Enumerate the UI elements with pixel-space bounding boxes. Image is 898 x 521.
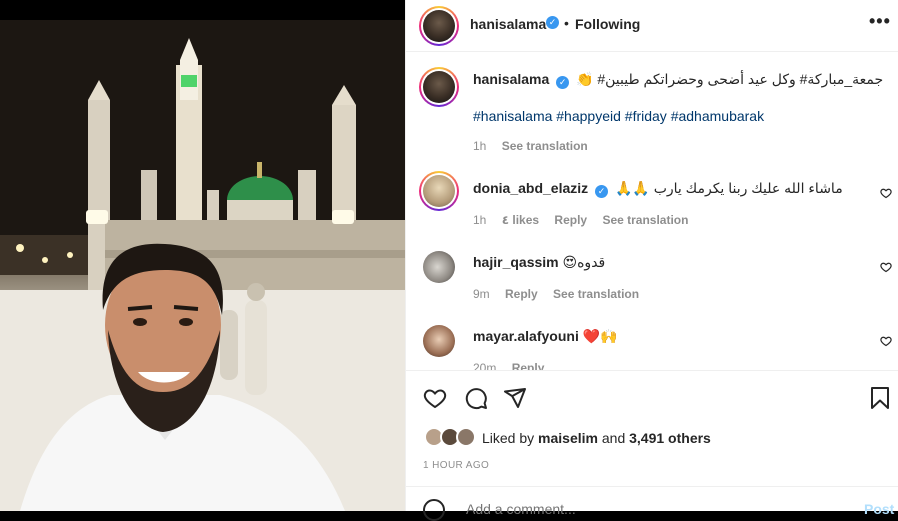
comment-reply-button[interactable]: Reply [505, 287, 538, 301]
comment-text: ❤️🙌 [582, 328, 618, 344]
emoji-icon[interactable] [423, 499, 445, 521]
liker-avatars[interactable] [424, 427, 478, 449]
caption-time: 1h [473, 139, 487, 153]
comment-likes[interactable]: ٤ likes [502, 213, 539, 227]
comment-reply-button[interactable]: Reply [554, 213, 587, 227]
comment-input[interactable] [466, 501, 846, 517]
comments-section: hanisalama ✓ جمعة_مباركة# وكل عيد أضحى و… [406, 52, 898, 370]
action-bar [406, 370, 898, 422]
comment-row: hajir_qassim قدوه😍 [473, 254, 605, 271]
verified-badge-icon: ✓ [595, 185, 609, 198]
comment-icon[interactable] [464, 386, 488, 410]
post-comment-button[interactable]: Post [864, 501, 894, 517]
bookmark-icon[interactable] [868, 386, 892, 410]
comment-time: 20m [473, 361, 497, 370]
mosque-selfie-illustration [0, 20, 405, 511]
likes-prefix: Liked by [482, 430, 539, 446]
caption-username[interactable]: hanisalama [473, 71, 549, 87]
author-username[interactable]: hanisalama [470, 16, 546, 32]
comment-like-heart-icon[interactable] [880, 187, 892, 199]
caption-author-avatar[interactable] [419, 67, 459, 107]
comment-username[interactable]: hajir_qassim [473, 254, 559, 270]
comment-text: ماشاء الله عليك ربنا يكرمك يارب 🙏🙏 [614, 180, 843, 196]
comment-avatar-mayar[interactable] [423, 325, 455, 357]
comment-time: 9m [473, 287, 490, 301]
comment-time: 1h [473, 213, 487, 227]
comment-meta: 20m Reply [473, 361, 556, 370]
heart-icon[interactable] [423, 386, 447, 410]
comment-username[interactable]: donia_abd_elaziz [473, 180, 588, 196]
post-image-area [0, 0, 405, 511]
add-comment-row: Post [406, 486, 898, 521]
verified-badge-icon: ✓ [546, 16, 559, 29]
likes-count[interactable]: 3,491 others [629, 430, 711, 446]
comment-see-translation[interactable]: See translation [602, 213, 688, 227]
likes-summary: Liked by maiselim and 3,491 others [482, 430, 711, 446]
post-timestamp[interactable]: 1 HOUR AGO [423, 460, 489, 471]
caption-meta: 1h See translation [473, 139, 600, 153]
verified-badge-icon: ✓ [556, 76, 570, 89]
more-options-icon[interactable]: ••• [869, 11, 891, 32]
author-avatar[interactable] [419, 6, 459, 46]
likes-middle: and [597, 430, 630, 446]
comment-avatar-donia[interactable] [419, 171, 459, 211]
comment-see-translation[interactable]: See translation [553, 287, 639, 301]
post-photo[interactable] [0, 20, 405, 511]
caption-hashtags[interactable]: #hanisalama #happyeid #friday #adhamubar… [473, 108, 764, 124]
comment-row: mayar.alafyouni ❤️🙌 [473, 328, 618, 345]
caption-see-translation[interactable]: See translation [502, 139, 588, 153]
likes-row: Liked by maiselim and 3,491 others [406, 425, 898, 451]
caption: hanisalama ✓ جمعة_مباركة# وكل عيد أضحى و… [473, 71, 884, 89]
comment-username[interactable]: mayar.alafyouni [473, 328, 579, 344]
comment-reply-button[interactable]: Reply [512, 361, 545, 370]
caption-text: جمعة_مباركة# وكل عيد أضحى وحضراتكم طيبين… [576, 71, 884, 87]
post-panel: hanisalama ✓ • Following ••• hanisalama … [405, 0, 898, 521]
comment-row: donia_abd_elaziz ✓ ماشاء الله عليك ربنا … [473, 180, 843, 198]
separator-dot: • [564, 15, 569, 31]
comment-avatar-hajir[interactable] [423, 251, 455, 283]
following-button[interactable]: Following [575, 16, 640, 32]
comment-text: قدوه😍 [562, 254, 606, 270]
comment-meta: 9m Reply See translation [473, 287, 651, 301]
comment-like-heart-icon[interactable] [880, 261, 892, 273]
paper-plane-icon[interactable] [503, 386, 527, 410]
comment-meta: 1h ٤ likes Reply See translation [473, 213, 700, 227]
likes-user[interactable]: maiselim [538, 430, 598, 446]
comment-like-heart-icon[interactable] [880, 335, 892, 347]
post-header: hanisalama ✓ • Following ••• [406, 0, 898, 52]
